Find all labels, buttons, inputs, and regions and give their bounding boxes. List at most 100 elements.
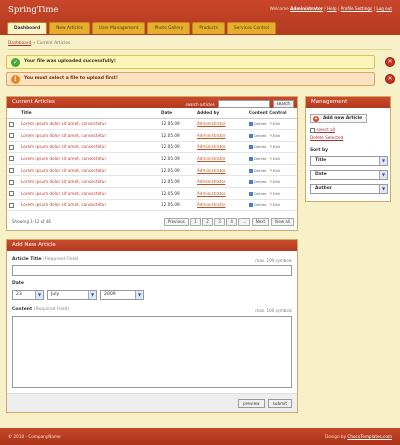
view-all-button[interactable]: View all — [270, 218, 294, 226]
pager-buttons: Previous 1 2 3 4 ... Next View all — [162, 218, 294, 226]
delete-link[interactable]: Delete — [254, 168, 266, 173]
select-all[interactable]: select all — [310, 127, 335, 133]
delete-link[interactable]: Delete — [254, 144, 266, 149]
delete-link[interactable]: Delete — [254, 191, 266, 196]
author-link[interactable]: Administrator — [197, 202, 226, 207]
article-title-link[interactable]: Lorem ipsum dolor sit amet, consectetur — [21, 144, 106, 149]
close-error-button[interactable]: ✕ — [385, 74, 395, 84]
delete-link[interactable]: Delete — [254, 133, 266, 138]
page-3-button[interactable]: 3 — [214, 218, 225, 226]
table-row: Lorem ipsum dolor sit amet, consectetur 1… — [7, 152, 297, 165]
delete-link[interactable]: Delete — [254, 121, 266, 126]
row-date: 12.05.09 — [159, 187, 195, 200]
search-button[interactable]: search — [272, 100, 294, 108]
author-link[interactable]: Administrator — [197, 121, 226, 126]
edit-link[interactable]: Edit — [273, 156, 280, 161]
page-1-button[interactable]: 1 — [190, 218, 201, 226]
help-link[interactable]: Help — [327, 6, 337, 11]
logout-link[interactable]: Log out — [376, 6, 392, 11]
article-title-link[interactable]: Lorem ipsum dolor sit amet, consectetur — [21, 168, 106, 173]
preview-button[interactable]: preview — [238, 399, 265, 408]
edit-link[interactable]: Edit — [273, 121, 280, 126]
sort-select-author[interactable]: Author ▼ — [310, 184, 388, 194]
article-title-link[interactable]: Lorem ipsum dolor sit amet, consectetur — [21, 191, 106, 196]
content-textarea[interactable] — [12, 316, 292, 388]
row-checkbox[interactable] — [9, 121, 14, 127]
brand-logo[interactable]: SpringTime — [8, 5, 58, 15]
success-text: Your file was uploaded successfully! — [24, 59, 116, 64]
submit-button[interactable]: submit — [267, 399, 292, 408]
row-checkbox[interactable] — [9, 167, 14, 173]
row-checkbox[interactable] — [9, 202, 14, 208]
row-date: 12.05.09 — [159, 199, 195, 212]
author-link[interactable]: Administrator — [197, 144, 226, 149]
article-title-link[interactable]: Lorem ipsum dolor sit amet, consectetur — [21, 133, 106, 138]
row-title[interactable]: Lorem ipsum dolor sit amet, consectetur — [19, 175, 159, 189]
row-checkbox[interactable] — [9, 133, 14, 139]
delete-icon — [249, 145, 253, 150]
page-2-button[interactable]: 2 — [202, 218, 213, 226]
row-title[interactable]: Lorem ipsum dolor sit amet, consectetur — [19, 129, 159, 142]
year-select[interactable]: 2009 ▼ — [100, 290, 144, 300]
row-title[interactable]: Lorem ipsum dolor sit amet, consectetur — [19, 118, 159, 131]
edit-link[interactable]: Edit — [273, 202, 280, 207]
row-checkbox[interactable] — [9, 144, 14, 150]
user-link[interactable]: Administrator — [290, 6, 323, 11]
author-link[interactable]: Administrator — [197, 168, 226, 173]
row-author-cell: Administrator — [195, 118, 247, 131]
row-title[interactable]: Lorem ipsum dolor sit amet, consectetur — [19, 152, 159, 165]
edit-link[interactable]: Edit — [273, 168, 280, 173]
select-all-label[interactable]: select all — [316, 127, 335, 132]
row-title[interactable]: Lorem ipsum dolor sit amet, consectetur — [19, 187, 159, 200]
page-4-button[interactable]: 4 — [226, 218, 237, 226]
article-title-link[interactable]: Lorem ipsum dolor sit amet, consectetur — [21, 202, 106, 207]
row-checkbox[interactable] — [9, 191, 14, 197]
row-title[interactable]: Lorem ipsum dolor sit amet, consectetur — [19, 164, 159, 177]
edit-link[interactable]: Edit — [273, 191, 280, 196]
delete-link[interactable]: Delete — [254, 156, 266, 161]
breadcrumb-dashboard-link[interactable]: Dashboard — [8, 41, 31, 46]
row-title[interactable]: Lorem ipsum dolor sit amet, consectetur — [19, 199, 159, 212]
profile-settings-link[interactable]: Profile Settings — [341, 6, 373, 11]
select-all-checkbox[interactable] — [310, 127, 315, 133]
error-message: ! You must select a file to upload first… — [6, 72, 375, 86]
table-row: Lorem ipsum dolor sit amet, consectetur 1… — [7, 129, 297, 142]
prev-page-button[interactable]: Previous — [163, 218, 189, 226]
day-select[interactable]: 23 ▼ — [12, 290, 44, 300]
author-link[interactable]: Administrator — [197, 179, 226, 184]
row-checkbox[interactable] — [9, 156, 14, 162]
article-title-link[interactable]: Lorem ipsum dolor sit amet, consectetur — [21, 179, 106, 184]
article-title-link[interactable]: Lorem ipsum dolor sit amet, consectetur — [21, 121, 106, 126]
article-title-link[interactable]: Lorem ipsum dolor sit amet, consectetur — [21, 156, 106, 161]
author-link[interactable]: Administrator — [197, 133, 226, 138]
day-value: 23 — [16, 292, 22, 297]
tab-products[interactable]: Products — [192, 22, 225, 34]
edit-link[interactable]: Edit — [273, 144, 280, 149]
tab-dashboard[interactable]: Dashboard — [7, 22, 48, 34]
delete-link[interactable]: Delete — [254, 179, 266, 184]
month-select[interactable]: July ▼ — [47, 290, 97, 300]
edit-link[interactable]: Edit — [273, 179, 280, 184]
tab-user-management[interactable]: User Management — [91, 22, 146, 34]
next-page-button[interactable]: Next — [251, 218, 270, 226]
author-link[interactable]: Administrator — [197, 156, 226, 161]
search-input[interactable] — [217, 100, 270, 108]
delete-selected-link[interactable]: Delete Selected — [310, 135, 343, 140]
delete-link[interactable]: Delete — [254, 202, 266, 207]
tab-photo-gallery[interactable]: Photo Gallery — [147, 22, 191, 34]
author-link[interactable]: Administrator — [197, 191, 226, 196]
tab-new-articles[interactable]: New Articles — [49, 22, 90, 34]
sort-select-date[interactable]: Date ▼ — [310, 170, 388, 180]
row-checkbox-cell — [7, 164, 19, 177]
article-title-input[interactable] — [12, 265, 292, 276]
row-checkbox[interactable] — [9, 179, 14, 185]
chevron-down-icon: ▼ — [35, 291, 43, 299]
tab-services-control[interactable]: Services Control — [226, 22, 276, 34]
close-success-button[interactable]: ✕ — [385, 57, 395, 67]
sort-select-title[interactable]: Title ▼ — [310, 156, 388, 166]
check-icon: ✓ — [11, 58, 20, 67]
edit-link[interactable]: Edit — [273, 133, 280, 138]
add-article-button[interactable]: + Add new Article — [310, 114, 368, 123]
design-credit-link[interactable]: ChocoTemplates.com — [347, 434, 392, 439]
row-title[interactable]: Lorem ipsum dolor sit amet, consectetur — [19, 141, 159, 154]
